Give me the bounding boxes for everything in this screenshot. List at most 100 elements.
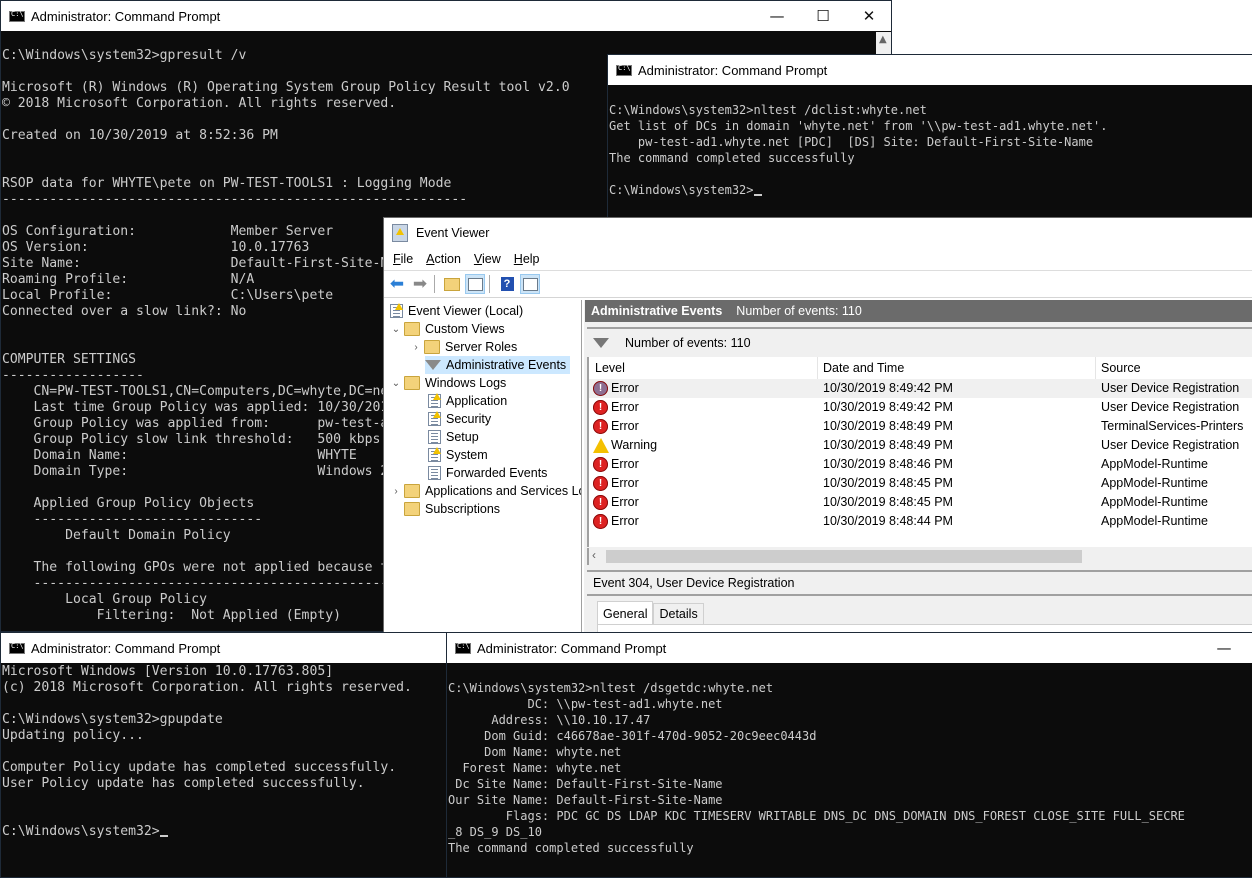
tree-item-application[interactable]: Application	[428, 392, 507, 410]
title-bar[interactable]: Administrator: Command Prompt — ☐ ✕	[1, 1, 891, 31]
cell-source: AppModel-Runtime	[1101, 457, 1208, 471]
cell-datetime: 10/30/2019 8:48:45 PM	[823, 476, 953, 490]
table-row[interactable]: ! Error 10/30/2019 8:48:45 PM AppModel-Runt…	[589, 474, 1252, 493]
table-row[interactable]: ! Error 10/30/2019 8:48:46 PM AppModel-Runt…	[589, 455, 1252, 474]
cmd-window-dsgetdc[interactable]: Administrator: Command Prompt — C:\Windo…	[446, 632, 1252, 878]
column-divider	[817, 357, 818, 379]
show-hide-action-pane-icon[interactable]	[520, 274, 540, 294]
console-line: Address: \\10.10.17.47	[448, 713, 651, 727]
console-line: Forest Name: whyte.net	[448, 761, 622, 775]
event-detail-header: Event 304, User Device Registration	[587, 570, 1252, 596]
table-row[interactable]: ! Error 10/30/2019 8:49:42 PM User Device R…	[589, 398, 1252, 417]
chevron-down-icon[interactable]: ⌄	[390, 324, 402, 335]
console-prompt[interactable]: C:\Windows\system32>	[609, 182, 1252, 198]
cell-datetime: 10/30/2019 8:49:42 PM	[823, 400, 953, 414]
tree-item-forwarded-events[interactable]: Forwarded Events	[428, 464, 547, 482]
filter-icon	[425, 358, 441, 372]
table-row[interactable]: Warning 10/30/2019 8:48:49 PM User Device …	[589, 436, 1252, 455]
tree-item-event-viewer-local[interactable]: Event Viewer (Local)	[390, 302, 523, 320]
console-line: Computer Policy update has completed suc…	[2, 760, 397, 775]
error-icon: !	[593, 476, 608, 491]
console-line: Flags: PDC GC DS LDAP KDC TIMESERV WRITA…	[448, 809, 1185, 823]
title-bar[interactable]: Event Viewer	[384, 218, 1252, 248]
error-icon: !	[593, 381, 608, 396]
column-header-source[interactable]: Source	[1101, 361, 1141, 375]
cmd-window-dclist[interactable]: Administrator: Command Prompt C:\Windows…	[607, 54, 1252, 224]
cell-level: Error	[611, 419, 639, 433]
error-icon: !	[593, 495, 608, 510]
cell-datetime: 10/30/2019 8:48:46 PM	[823, 457, 953, 471]
minimize-button[interactable]: —	[754, 1, 800, 31]
warning-icon	[593, 438, 609, 453]
table-row[interactable]: ! Error 10/30/2019 8:48:49 PM TerminalServi…	[589, 417, 1252, 436]
up-folder-icon[interactable]	[442, 274, 462, 294]
back-icon[interactable]: ⬅	[387, 274, 407, 294]
close-button[interactable]: ✕	[846, 1, 891, 31]
window-title: Administrator: Command Prompt	[638, 62, 828, 78]
scrollbar-thumb[interactable]	[606, 550, 1082, 563]
column-header-date-time[interactable]: Date and Time	[823, 361, 904, 375]
tree-item-subscriptions[interactable]: Subscriptions	[404, 500, 500, 518]
pane-title: Administrative Events	[591, 304, 723, 318]
title-bar[interactable]: Administrator: Command Prompt	[608, 55, 1252, 85]
cell-level: Error	[611, 514, 639, 528]
column-header-level[interactable]: Level	[595, 361, 625, 375]
console-line: Our Site Name: Default-First-Site-Name	[448, 793, 723, 807]
help-icon[interactable]: ?	[497, 274, 517, 294]
table-row[interactable]: ! Error 10/30/2019 8:48:44 PM AppModel-Runt…	[589, 512, 1252, 531]
cell-source: AppModel-Runtime	[1101, 495, 1208, 509]
tree-item-applications-and-services-logs[interactable]: › Applications and Services Logs	[390, 482, 581, 500]
scroll-left-icon[interactable]: ‹	[592, 548, 596, 562]
cmd-window-gpupdate[interactable]: Administrator: Command Prompt Microsoft …	[0, 632, 450, 878]
tab-general[interactable]: General	[597, 601, 654, 624]
menu-view[interactable]: View	[474, 252, 501, 266]
chevron-right-icon[interactable]: ›	[390, 486, 402, 497]
event-viewer-window[interactable]: Event Viewer File Action View Help ⬅ ➡ ?…	[383, 217, 1252, 637]
log-icon	[428, 430, 441, 444]
cell-datetime: 10/30/2019 8:48:45 PM	[823, 495, 953, 509]
folder-filter-icon	[404, 322, 420, 336]
filter-event-count: Number of events: 110	[625, 336, 751, 350]
menu-help[interactable]: Help	[514, 252, 540, 266]
tab-details[interactable]: Details	[653, 603, 704, 624]
chevron-right-icon[interactable]: ›	[410, 342, 422, 353]
tree-item-administrative-events[interactable]: Administrative Events	[425, 356, 571, 374]
filter-icon	[593, 338, 609, 348]
console-line: (c) 2018 Microsoft Corporation. All righ…	[2, 680, 412, 695]
log-warning-icon	[428, 447, 441, 462]
menu-action[interactable]: Action	[426, 252, 461, 266]
cmd-icon	[455, 642, 471, 654]
tree-item-setup[interactable]: Setup	[428, 428, 479, 446]
minimize-button[interactable]: —	[1201, 633, 1247, 663]
tree-item-security[interactable]: Security	[428, 410, 491, 428]
maximize-button[interactable]: ☐	[800, 1, 846, 31]
show-hide-console-tree-icon[interactable]	[465, 274, 485, 294]
event-viewer-icon	[390, 303, 403, 318]
window-title: Administrator: Command Prompt	[477, 640, 667, 656]
chevron-down-icon[interactable]: ⌄	[390, 378, 402, 389]
console-prompt[interactable]: C:\Windows\system32>	[2, 824, 449, 840]
error-icon: !	[593, 514, 608, 529]
tree-item-windows-logs[interactable]: ⌄ Windows Logs	[390, 374, 506, 392]
cmd-icon	[616, 64, 632, 76]
console-line: Dc Site Name: Default-First-Site-Name	[448, 777, 723, 791]
title-bar[interactable]: Administrator: Command Prompt —	[447, 633, 1252, 663]
title-bar[interactable]: Administrator: Command Prompt	[1, 633, 449, 663]
table-row[interactable]: ! Error 10/30/2019 8:49:42 PM User Device R…	[589, 379, 1252, 398]
forward-icon[interactable]: ➡	[410, 274, 430, 294]
text-cursor	[159, 835, 168, 837]
tree-item-custom-views[interactable]: ⌄ Custom Views	[390, 320, 505, 338]
tree-item-system[interactable]: System	[428, 446, 488, 464]
toolbar: ⬅ ➡ ?	[384, 271, 1252, 298]
cell-level: Error	[611, 495, 639, 509]
console-line: Updating policy...	[2, 728, 144, 743]
tree-item-server-roles[interactable]: › Server Roles	[410, 338, 517, 356]
table-row[interactable]: ! Error 10/30/2019 8:48:45 PM AppModel-Runt…	[589, 493, 1252, 512]
column-divider	[1095, 357, 1096, 379]
console-output: Microsoft Windows [Version 10.0.17763.80…	[1, 664, 449, 877]
menu-file[interactable]: File	[393, 252, 413, 266]
horizontal-scrollbar[interactable]: ‹	[587, 548, 1252, 565]
